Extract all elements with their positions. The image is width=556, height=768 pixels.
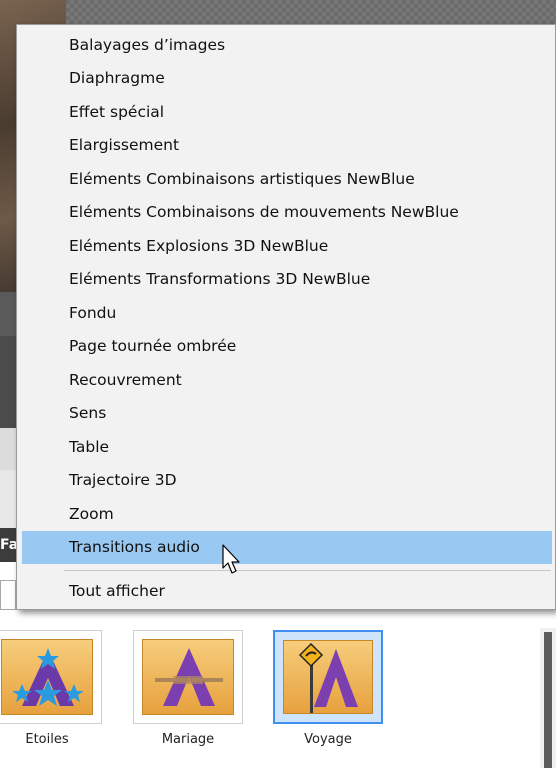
menu-item-combinaisons-artistiques[interactable]: Eléments Combinaisons artistiques NewBlu…	[22, 163, 552, 196]
menu-item-tout-afficher[interactable]: Tout afficher	[22, 575, 552, 608]
menu-item-effet-special[interactable]: Effet spécial	[22, 96, 552, 129]
transition-label-mariage: Mariage	[161, 732, 215, 747]
etoiles-transition-icon	[1, 639, 93, 715]
mariage-transition-icon	[142, 639, 234, 715]
filter-input[interactable]	[0, 580, 16, 610]
voyage-transition-icon	[283, 640, 373, 714]
transition-category-menu: Balayages d’images Diaphragme Effet spéc…	[16, 24, 556, 610]
transition-thumb-voyage[interactable]	[273, 630, 383, 724]
transition-label-voyage: Voyage	[304, 732, 352, 747]
transition-label-etoiles: Etoiles	[25, 732, 69, 747]
menu-item-transformations-3d[interactable]: Eléments Transformations 3D NewBlue	[22, 263, 552, 296]
menu-item-balayages[interactable]: Balayages d’images	[22, 29, 552, 62]
transition-thumb-mariage[interactable]	[133, 630, 243, 724]
menu-item-elargissement[interactable]: Elargissement	[22, 129, 552, 162]
menu-item-trajectoire-3d[interactable]: Trajectoire 3D	[22, 464, 552, 497]
transition-thumb-etoiles[interactable]	[0, 630, 102, 724]
menu-item-diaphragme[interactable]: Diaphragme	[22, 62, 552, 95]
menu-item-recouvrement[interactable]: Recouvrement	[22, 364, 552, 397]
menu-item-page-tournee[interactable]: Page tournée ombrée	[22, 330, 552, 363]
menu-item-combinaisons-mouvements[interactable]: Eléments Combinaisons de mouvements NewB…	[22, 196, 552, 229]
mouse-pointer-icon	[222, 544, 240, 574]
menu-item-sens[interactable]: Sens	[22, 397, 552, 430]
menu-item-transitions-audio[interactable]: Transitions audio	[22, 531, 552, 564]
menu-item-explosions-3d[interactable]: Eléments Explosions 3D NewBlue	[22, 230, 552, 263]
menu-item-fondu[interactable]: Fondu	[22, 297, 552, 330]
menu-item-zoom[interactable]: Zoom	[22, 498, 552, 531]
library-scrollbar-thumb[interactable]	[544, 632, 552, 768]
menu-item-table[interactable]: Table	[22, 431, 552, 464]
menu-separator	[64, 570, 551, 571]
